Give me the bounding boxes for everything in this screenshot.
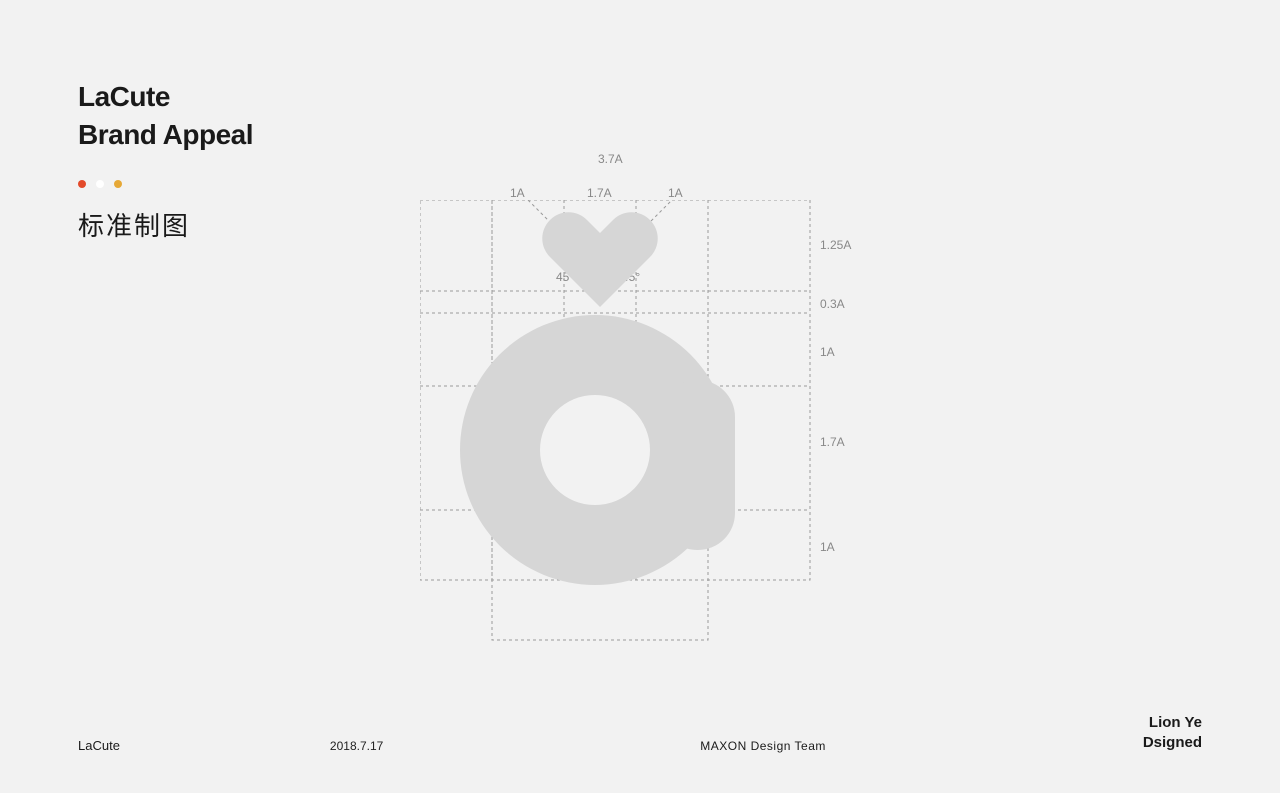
- footer-date: 2018.7.17: [330, 739, 383, 753]
- footer-author-line1: Lion Ye: [1143, 713, 1202, 733]
- grid-svg: [420, 200, 880, 660]
- title-block: LaCute Brand Appeal 标准制图: [78, 78, 253, 243]
- footer-team: MAXON Design Team: [383, 739, 1143, 753]
- logo-heart-icon: [542, 212, 657, 307]
- dot-yellow: [114, 180, 122, 188]
- dim-top-mid: 1.7A: [587, 186, 612, 200]
- footer-brand: LaCute: [78, 738, 120, 753]
- construction-diagram: 1A 1.7A 1A 45° 45° 1.25A 0.3A 1A 1.7A 1A: [420, 200, 810, 640]
- logo-inner-hole: [540, 395, 650, 505]
- title-line-2: Brand Appeal: [78, 116, 253, 154]
- footer-author-line2: Dsigned: [1143, 733, 1202, 753]
- dim-top-left: 1A: [510, 186, 525, 200]
- subtitle: 标准制图: [78, 206, 253, 243]
- dot-red: [78, 180, 86, 188]
- dot-white: [96, 180, 104, 188]
- title-line-1: LaCute: [78, 78, 253, 116]
- dim-top-total: 3.7A: [598, 152, 623, 166]
- footer-author: Lion Ye Dsigned: [1143, 713, 1202, 754]
- dim-top-right: 1A: [668, 186, 683, 200]
- footer: LaCute 2018.7.17 MAXON Design Team Lion …: [0, 713, 1280, 754]
- color-dots: [78, 180, 253, 188]
